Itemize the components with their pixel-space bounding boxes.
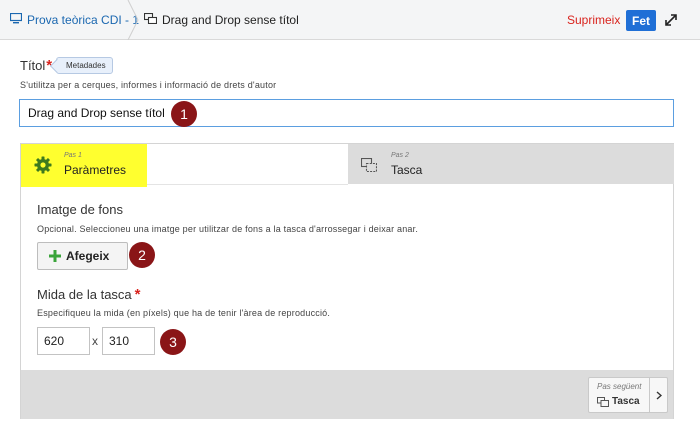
drag-drop-icon	[361, 158, 377, 172]
task-width-value: 620	[44, 334, 65, 348]
next-step-caption: Pas següent	[597, 382, 642, 391]
next-step-button[interactable]: Pas següent Tasca	[588, 377, 668, 413]
monitor-icon	[9, 12, 23, 27]
wizard-panel: Pas 1 Paràmetres Pas 2 Tasca Imatge de f…	[20, 143, 674, 419]
drag-drop-icon	[597, 397, 609, 407]
tab-parameters[interactable]: Pas 1 Paràmetres	[21, 144, 147, 187]
delete-button[interactable]: Suprimeix	[567, 13, 620, 27]
plus-icon	[49, 250, 61, 262]
tab-step-2: Pas 2	[391, 152, 409, 159]
wizard-footer: Pas següent Tasca	[21, 370, 673, 419]
breadcrumb-parent-label: Prova teòrica CDI - 1	[27, 13, 140, 27]
title-input[interactable]: Drag and Drop sense títol	[19, 99, 674, 127]
task-size-title-text: Mida de la tasca	[37, 287, 132, 302]
task-height-value: 310	[109, 334, 130, 348]
callout-marker-3: 3	[160, 329, 186, 355]
tab-label-1: Paràmetres	[64, 163, 127, 177]
callout-marker-1: 1	[171, 101, 197, 127]
breadcrumb-separator	[127, 0, 139, 40]
tab-divider	[147, 184, 348, 185]
metadata-label: Metadades	[66, 61, 106, 70]
gear-icon	[34, 156, 52, 174]
task-height-input[interactable]: 310	[102, 327, 155, 355]
task-size-help: Especifiqueu la mida (en píxels) que ha …	[37, 308, 331, 318]
background-image-title: Imatge de fons	[37, 202, 123, 217]
task-width-input[interactable]: 620	[37, 327, 90, 355]
breadcrumb-current: Drag and Drop sense títol	[143, 12, 299, 27]
breadcrumb-parent[interactable]: Prova teòrica CDI - 1	[9, 12, 140, 27]
editor-header: Prova teòrica CDI - 1 Drag and Drop sens…	[0, 0, 700, 40]
task-size-required-mark: *	[134, 286, 141, 303]
add-image-button[interactable]: Afegeix	[37, 242, 128, 270]
next-step-label: Tasca	[612, 396, 640, 407]
chevron-right-icon	[649, 378, 668, 412]
callout-marker-2: 2	[129, 242, 155, 268]
breadcrumb-current-label: Drag and Drop sense títol	[162, 13, 299, 27]
add-image-label: Afegeix	[66, 249, 110, 263]
drag-drop-icon	[143, 12, 158, 27]
metadata-button[interactable]: Metadades	[56, 57, 113, 74]
size-separator: x	[92, 334, 98, 348]
background-image-help: Opcional. Seleccioneu una imatge per uti…	[37, 224, 419, 234]
title-label: Títol*	[20, 57, 52, 74]
tab-task[interactable]: Pas 2 Tasca	[348, 144, 674, 184]
done-button[interactable]: Fet	[626, 10, 656, 31]
task-size-title: Mida de la tasca *	[37, 286, 141, 303]
tab-label-2: Tasca	[391, 163, 423, 177]
title-input-value: Drag and Drop sense títol	[28, 106, 165, 120]
expand-icon[interactable]	[663, 12, 679, 28]
title-label-text: Títol	[20, 58, 46, 73]
tab-step-1: Pas 1	[64, 152, 82, 159]
title-help-text: S'utilitza per a cerques, informes i inf…	[20, 80, 277, 90]
